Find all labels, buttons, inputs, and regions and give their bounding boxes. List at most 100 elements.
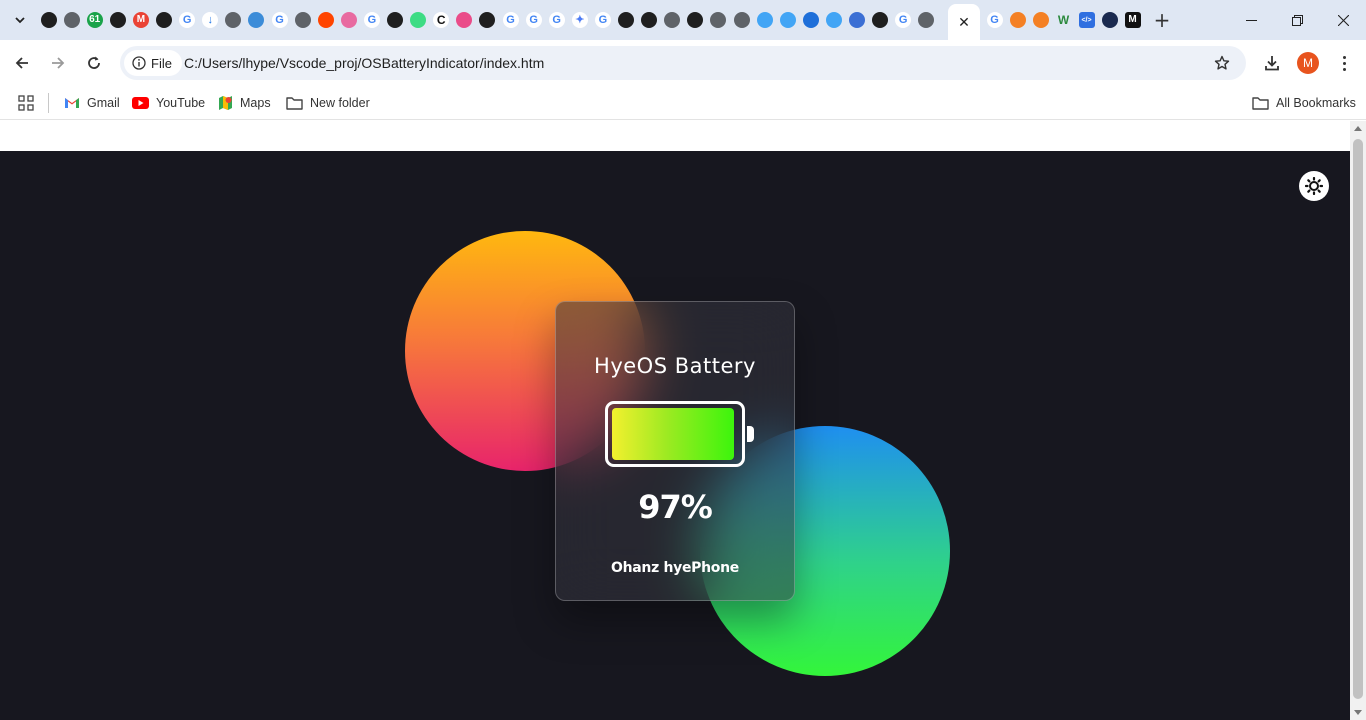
youtube-icon [132,97,149,109]
address-bar[interactable]: File C:/Users/lhype/Vscode_proj/OSBatter… [120,46,1246,80]
bookmark-star-button[interactable] [1212,53,1232,73]
browser-tab[interactable] [60,8,83,32]
browser-tab[interactable] [799,8,822,32]
browser-tab[interactable] [37,8,60,32]
battery-terminal [747,426,754,442]
browser-tab[interactable]: G [268,8,291,32]
browser-tab[interactable]: G [983,8,1006,32]
browser-tab[interactable]: ✦ [568,8,591,32]
browser-tab[interactable]: </> [1075,8,1098,32]
browser-tab[interactable]: G [522,8,545,32]
battery-page: HyeOS Battery 97% Ohanz hyePhone [0,151,1350,720]
badge-61-icon: 61 [86,12,103,28]
apps-button[interactable] [18,91,34,115]
all-bookmarks-label: All Bookmarks [1276,96,1356,110]
browser-tab[interactable] [291,8,314,32]
new-tab-button[interactable]: + [1150,8,1174,32]
brain-icon [340,12,357,28]
browser-tab[interactable]: M [129,8,152,32]
browser-tab[interactable]: M [1121,8,1144,32]
browser-tab[interactable]: G [591,8,614,32]
browser-tab[interactable] [453,8,476,32]
all-bookmarks-button[interactable]: All Bookmarks [1252,91,1356,115]
browser-tab[interactable] [1029,8,1052,32]
google-icon: G [271,12,288,28]
tab-search-button[interactable] [8,8,32,32]
restore-button[interactable] [1274,0,1320,40]
browser-tab[interactable] [476,8,499,32]
scrollbar-thumb[interactable] [1353,139,1363,699]
openai-icon [618,12,634,28]
close-window-button[interactable] [1320,0,1366,40]
bookmark-maps[interactable]: Maps [218,91,271,115]
browser-tab[interactable] [638,8,661,32]
browser-tab[interactable] [615,8,638,32]
browser-tab[interactable] [707,8,730,32]
browser-tab[interactable] [661,8,684,32]
profile-avatar[interactable]: M [1297,52,1319,74]
browser-tab[interactable] [245,8,268,32]
browser-tab[interactable]: G [176,8,199,32]
globe-icon [918,12,935,28]
openai-icon [687,12,704,28]
arrow-left-icon [15,57,28,69]
browser-tab[interactable]: C [430,8,453,32]
bookmarks-divider [48,93,49,113]
browser-tab[interactable] [407,8,430,32]
browser-tab[interactable]: W [1052,8,1075,32]
c-icon: C [433,12,450,28]
downloads-button[interactable] [1260,51,1284,75]
browser-tab[interactable] [684,8,707,32]
close-tab-icon[interactable]: ✕ [958,14,970,31]
active-tab[interactable]: ✕ [948,4,980,40]
browser-tab[interactable] [153,8,176,32]
browser-tab[interactable] [384,8,407,32]
browser-tab[interactable] [776,8,799,32]
browser-tab[interactable] [869,8,892,32]
scroll-up-arrow[interactable] [1354,126,1362,131]
battery-card: HyeOS Battery 97% Ohanz hyePhone [555,301,795,601]
browser-tab[interactable]: 61 [83,8,106,32]
browser-tab[interactable]: G [545,8,568,32]
browser-tab[interactable]: G [499,8,522,32]
google-icon: G [363,12,380,28]
browser-tab[interactable] [337,8,360,32]
dribbble-icon [456,12,473,28]
browser-tab[interactable] [846,8,869,32]
browser-tab[interactable] [822,8,845,32]
reload-button[interactable] [80,49,108,77]
page-scrollbar[interactable] [1350,121,1366,720]
google-icon: G [179,12,196,28]
gmail-icon: M [132,12,149,28]
browser-tab[interactable] [314,8,337,32]
bookmark-new-folder[interactable]: New folder [286,91,370,115]
browser-tab[interactable] [1098,8,1121,32]
forward-button[interactable] [44,49,72,77]
browser-tab[interactable] [730,8,753,32]
url-text[interactable]: C:/Users/lhype/Vscode_proj/OSBatteryIndi… [184,55,544,71]
browser-tab[interactable] [222,8,245,32]
browser-tab[interactable] [106,8,129,32]
browser-menu-button[interactable] [1334,51,1354,75]
apps-grid-icon [18,95,34,111]
close-icon [1337,14,1349,26]
browser-tab[interactable]: G [892,8,915,32]
browser-tab[interactable] [753,8,776,32]
restore-icon [1291,14,1303,26]
flutter-icon [756,12,773,28]
browser-tab[interactable]: ↓ [199,8,222,32]
history-icon [849,12,865,28]
site-info-chip[interactable]: File [124,50,182,76]
battery-percentage: 97% [638,488,713,526]
minimize-button[interactable] [1228,0,1274,40]
card-title: HyeOS Battery [594,354,756,378]
scroll-down-arrow[interactable] [1354,710,1362,715]
bookmark-youtube[interactable]: YouTube [132,91,205,115]
browser-tab[interactable] [915,8,938,32]
gmail-icon [65,98,79,108]
browser-tab[interactable]: G [360,8,383,32]
bookmark-gmail[interactable]: Gmail [64,91,120,115]
browser-tab[interactable] [1006,8,1029,32]
theme-toggle-button[interactable] [1299,171,1329,201]
back-button[interactable] [8,49,36,77]
